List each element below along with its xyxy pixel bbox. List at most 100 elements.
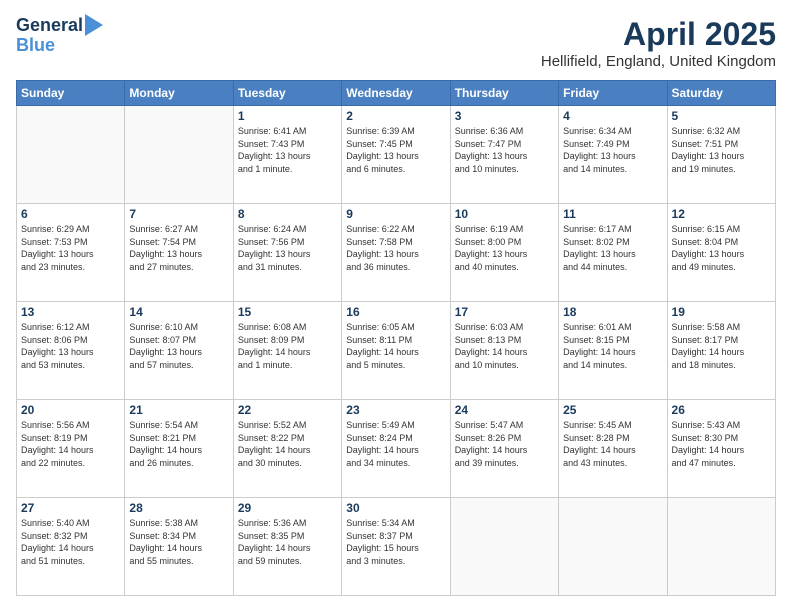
calendar-cell: 6 Sunrise: 6:29 AM Sunset: 7:53 PM Daylig… — [17, 204, 125, 302]
calendar-cell: 25Sunrise: 5:45 AM Sunset: 8:28 PM Dayli… — [559, 400, 667, 498]
day-info: Sunrise: 5:40 AM Sunset: 8:32 PM Dayligh… — [21, 517, 120, 567]
calendar-cell: 21 Sunrise: 5:54 AM Sunset: 8:21 PM Dayli… — [125, 400, 233, 498]
day-info: Sunrise: 6:15 AM Sunset: 8:04 PM Dayligh… — [672, 223, 771, 273]
day-info: Sunrise: 6:10 AM Sunset: 8:07 PM Dayligh… — [129, 321, 228, 371]
day-number: 8 — [238, 207, 337, 221]
day-info: Sunrise: 6:03 AM Sunset: 8:13 PM Dayligh… — [455, 321, 554, 371]
logo-general: General — [16, 16, 83, 36]
day-number: 27 — [21, 501, 120, 515]
calendar-week-1: 1Sunrise: 6:41 AM Sunset: 7:43 PM Daylig… — [17, 106, 776, 204]
day-info: Sunrise: 6:24 AM Sunset: 7:56 PM Dayligh… — [238, 223, 337, 273]
calendar-cell: 4Sunrise: 6:34 AM Sunset: 7:49 PM Daylig… — [559, 106, 667, 204]
calendar-cell: 8 Sunrise: 6:24 AM Sunset: 7:56 PM Daylig… — [233, 204, 341, 302]
calendar-cell: 28Sunrise: 5:38 AM Sunset: 8:34 PM Dayli… — [125, 498, 233, 596]
day-number: 9 — [346, 207, 445, 221]
calendar-week-3: 13 Sunrise: 6:12 AM Sunset: 8:06 PM Dayli… — [17, 302, 776, 400]
calendar-cell: 22 Sunrise: 5:52 AM Sunset: 8:22 PM Dayli… — [233, 400, 341, 498]
calendar-cell: 7 Sunrise: 6:27 AM Sunset: 7:54 PM Daylig… — [125, 204, 233, 302]
day-number: 13 — [21, 305, 120, 319]
calendar-cell: 2Sunrise: 6:39 AM Sunset: 7:45 PM Daylig… — [342, 106, 450, 204]
day-number: 24 — [455, 403, 554, 417]
day-info: Sunrise: 5:36 AM Sunset: 8:35 PM Dayligh… — [238, 517, 337, 567]
calendar-cell: 16 Sunrise: 6:05 AM Sunset: 8:11 PM Dayli… — [342, 302, 450, 400]
day-info: Sunrise: 5:38 AM Sunset: 8:34 PM Dayligh… — [129, 517, 228, 567]
day-info: Sunrise: 6:01 AM Sunset: 8:15 PM Dayligh… — [563, 321, 662, 371]
day-number: 1 — [238, 109, 337, 123]
day-number: 16 — [346, 305, 445, 319]
calendar-cell: 18 Sunrise: 6:01 AM Sunset: 8:15 PM Dayli… — [559, 302, 667, 400]
calendar-week-5: 27 Sunrise: 5:40 AM Sunset: 8:32 PM Dayli… — [17, 498, 776, 596]
calendar-week-4: 20Sunrise: 5:56 AM Sunset: 8:19 PM Dayli… — [17, 400, 776, 498]
day-info: Sunrise: 6:19 AM Sunset: 8:00 PM Dayligh… — [455, 223, 554, 273]
col-wednesday: Wednesday — [342, 81, 450, 106]
day-number: 29 — [238, 501, 337, 515]
day-number: 12 — [672, 207, 771, 221]
col-saturday: Saturday — [667, 81, 775, 106]
day-number: 7 — [129, 207, 228, 221]
calendar-cell: 3 Sunrise: 6:36 AM Sunset: 7:47 PM Daylig… — [450, 106, 558, 204]
day-number: 21 — [129, 403, 228, 417]
calendar-cell: 12 Sunrise: 6:15 AM Sunset: 8:04 PM Dayli… — [667, 204, 775, 302]
col-monday: Monday — [125, 81, 233, 106]
calendar-cell: 1Sunrise: 6:41 AM Sunset: 7:43 PM Daylig… — [233, 106, 341, 204]
day-number: 5 — [672, 109, 771, 123]
day-info: Sunrise: 6:36 AM Sunset: 7:47 PM Dayligh… — [455, 125, 554, 175]
day-number: 20 — [21, 403, 120, 417]
calendar-table: Sunday Monday Tuesday Wednesday Thursday… — [16, 80, 776, 596]
day-number: 11 — [563, 207, 662, 221]
day-info: Sunrise: 5:54 AM Sunset: 8:21 PM Dayligh… — [129, 419, 228, 469]
calendar-cell: 30Sunrise: 5:34 AM Sunset: 8:37 PM Dayli… — [342, 498, 450, 596]
calendar-cell: 13 Sunrise: 6:12 AM Sunset: 8:06 PM Dayli… — [17, 302, 125, 400]
calendar-cell: 9 Sunrise: 6:22 AM Sunset: 7:58 PM Daylig… — [342, 204, 450, 302]
col-tuesday: Tuesday — [233, 81, 341, 106]
day-info: Sunrise: 6:05 AM Sunset: 8:11 PM Dayligh… — [346, 321, 445, 371]
col-thursday: Thursday — [450, 81, 558, 106]
day-info: Sunrise: 5:49 AM Sunset: 8:24 PM Dayligh… — [346, 419, 445, 469]
day-number: 14 — [129, 305, 228, 319]
day-info: Sunrise: 5:45 AM Sunset: 8:28 PM Dayligh… — [563, 419, 662, 469]
day-info: Sunrise: 6:32 AM Sunset: 7:51 PM Dayligh… — [672, 125, 771, 175]
day-info: Sunrise: 6:08 AM Sunset: 8:09 PM Dayligh… — [238, 321, 337, 371]
calendar-cell: 5 Sunrise: 6:32 AM Sunset: 7:51 PM Daylig… — [667, 106, 775, 204]
day-number: 23 — [346, 403, 445, 417]
day-number: 18 — [563, 305, 662, 319]
calendar-week-2: 6 Sunrise: 6:29 AM Sunset: 7:53 PM Daylig… — [17, 204, 776, 302]
calendar-cell: 11Sunrise: 6:17 AM Sunset: 8:02 PM Dayli… — [559, 204, 667, 302]
day-info: Sunrise: 5:47 AM Sunset: 8:26 PM Dayligh… — [455, 419, 554, 469]
day-info: Sunrise: 6:39 AM Sunset: 7:45 PM Dayligh… — [346, 125, 445, 175]
day-number: 3 — [455, 109, 554, 123]
day-number: 17 — [455, 305, 554, 319]
calendar-cell: 20Sunrise: 5:56 AM Sunset: 8:19 PM Dayli… — [17, 400, 125, 498]
page: General Blue April 2025 Hellifield, Engl… — [0, 0, 792, 612]
calendar-cell: 26 Sunrise: 5:43 AM Sunset: 8:30 PM Dayli… — [667, 400, 775, 498]
calendar-cell: 10 Sunrise: 6:19 AM Sunset: 8:00 PM Dayli… — [450, 204, 558, 302]
calendar-cell: 14 Sunrise: 6:10 AM Sunset: 8:07 PM Dayli… — [125, 302, 233, 400]
calendar-cell: 17 Sunrise: 6:03 AM Sunset: 8:13 PM Dayli… — [450, 302, 558, 400]
day-number: 26 — [672, 403, 771, 417]
calendar-cell — [559, 498, 667, 596]
day-info: Sunrise: 6:29 AM Sunset: 7:53 PM Dayligh… — [21, 223, 120, 273]
calendar-cell: 24 Sunrise: 5:47 AM Sunset: 8:26 PM Dayli… — [450, 400, 558, 498]
logo-blue: Blue — [16, 35, 55, 55]
calendar-cell — [17, 106, 125, 204]
calendar-cell: 27 Sunrise: 5:40 AM Sunset: 8:32 PM Dayli… — [17, 498, 125, 596]
calendar-cell — [667, 498, 775, 596]
day-number: 19 — [672, 305, 771, 319]
calendar-cell: 29 Sunrise: 5:36 AM Sunset: 8:35 PM Dayli… — [233, 498, 341, 596]
day-info: Sunrise: 5:43 AM Sunset: 8:30 PM Dayligh… — [672, 419, 771, 469]
logo-icon — [85, 14, 103, 36]
day-number: 22 — [238, 403, 337, 417]
col-sunday: Sunday — [17, 81, 125, 106]
logo: General Blue — [16, 16, 103, 56]
header: General Blue April 2025 Hellifield, Engl… — [16, 16, 776, 70]
day-number: 10 — [455, 207, 554, 221]
day-number: 6 — [21, 207, 120, 221]
title-block: April 2025 Hellifield, England, United K… — [541, 16, 776, 70]
day-info: Sunrise: 5:52 AM Sunset: 8:22 PM Dayligh… — [238, 419, 337, 469]
day-number: 30 — [346, 501, 445, 515]
day-info: Sunrise: 6:22 AM Sunset: 7:58 PM Dayligh… — [346, 223, 445, 273]
day-info: Sunrise: 6:12 AM Sunset: 8:06 PM Dayligh… — [21, 321, 120, 371]
location-title: Hellifield, England, United Kingdom — [541, 53, 776, 70]
calendar-cell — [125, 106, 233, 204]
day-info: Sunrise: 6:27 AM Sunset: 7:54 PM Dayligh… — [129, 223, 228, 273]
